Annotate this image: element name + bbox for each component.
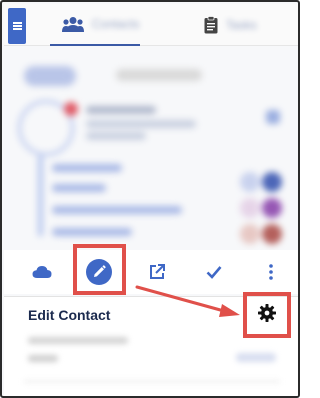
- annotation-arrow: [135, 285, 240, 317]
- app-frame: Contacts Tasks Edit Contact: [0, 0, 300, 398]
